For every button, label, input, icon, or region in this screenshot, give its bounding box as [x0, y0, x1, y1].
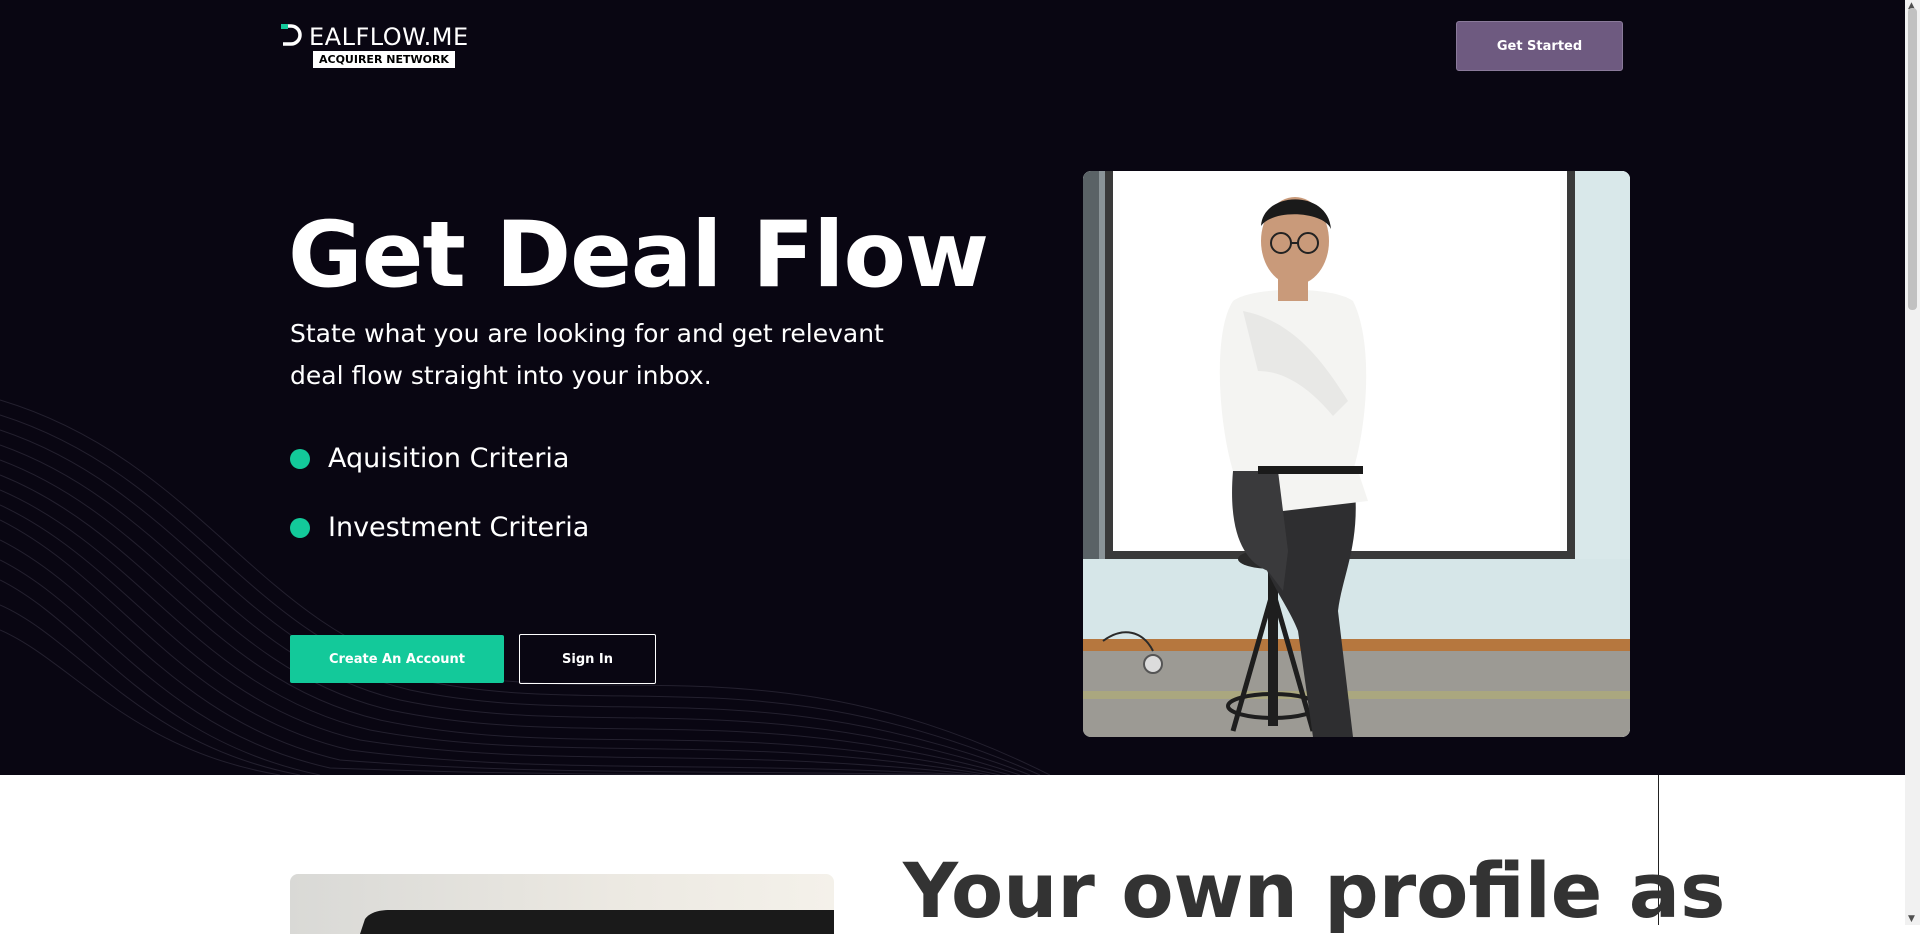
hero-section: EALFLOW.ME ACQUIRER NETWORK Get Started … [0, 0, 1905, 775]
scrollbar-thumb[interactable] [1908, 8, 1917, 310]
criteria-label: Aquisition Criteria [328, 443, 570, 474]
hero-subline: State what you are looking for and get r… [290, 319, 884, 390]
device-photo-image [360, 910, 834, 934]
sign-in-button[interactable]: Sign In [519, 634, 656, 684]
scroll-down-icon[interactable]: ▼ [1908, 914, 1915, 924]
page-scrollbar[interactable]: ▲ ▼ [1905, 0, 1920, 925]
hero-headline: Get Deal Flow [288, 203, 989, 308]
profile-preview-image [290, 874, 834, 934]
site-logo[interactable]: EALFLOW.ME ACQUIRER NETWORK [281, 22, 481, 70]
section2-title: Your own profile as [903, 846, 1726, 935]
hero-photo [1083, 171, 1630, 737]
man-sitting-on-stool-image [1083, 171, 1630, 737]
get-started-button[interactable]: Get Started [1456, 21, 1623, 71]
criteria-label: Investment Criteria [328, 512, 590, 543]
decorative-waves [0, 399, 1050, 775]
green-dot-icon [290, 517, 310, 538]
criteria-item: Investment Criteria [290, 512, 589, 543]
criteria-item: Aquisition Criteria [290, 443, 569, 474]
green-dot-icon [290, 448, 310, 469]
logo-text: EALFLOW.ME [309, 23, 469, 51]
logo-subtitle: ACQUIRER NETWORK [313, 51, 455, 68]
dealflow-d-logo-icon [281, 24, 302, 46]
create-account-button[interactable]: Create An Account [290, 635, 504, 683]
